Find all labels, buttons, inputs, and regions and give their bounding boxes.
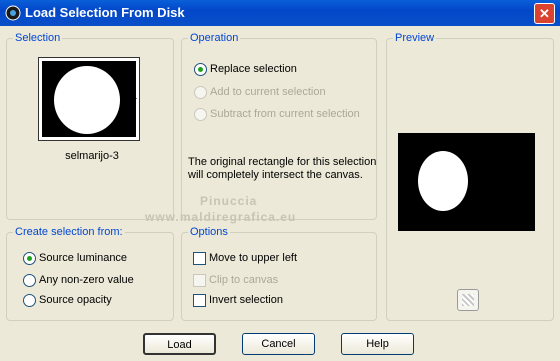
close-icon: ✕ [539,6,550,21]
add-selection-radio[interactable] [194,86,207,99]
move-upper-left-label[interactable]: Move to upper left [209,252,297,264]
chevron-down-icon[interactable] [131,98,137,101]
preview-image [398,133,535,231]
any-nonzero-label[interactable]: Any non-zero value [39,274,134,286]
replace-selection-label[interactable]: Replace selection [210,63,297,75]
selection-thumbnail [42,61,136,137]
selection-thumbnail-dropdown[interactable] [38,57,140,141]
operation-legend: Operation [188,32,241,44]
source-luminance-radio[interactable] [23,252,36,265]
selection-name: selmarijo-3 [65,150,119,162]
watermark-url: www.maldiregrafica.eu [145,210,297,224]
transparency-toggle-button[interactable] [457,289,479,311]
clip-to-canvas-checkbox[interactable] [193,274,206,287]
source-opacity-label[interactable]: Source opacity [39,294,112,306]
create-from-legend: Create selection from: [13,226,125,238]
selection-legend: Selection [13,32,63,44]
window-title: Load Selection From Disk [25,5,185,20]
close-button[interactable]: ✕ [534,3,555,24]
selection-shape [54,66,120,134]
preview-shape [418,151,468,211]
invert-selection-label[interactable]: Invert selection [209,294,283,306]
clip-to-canvas-label[interactable]: Clip to canvas [209,274,278,286]
source-luminance-label[interactable]: Source luminance [39,252,127,264]
replace-selection-radio[interactable] [194,63,207,76]
checker-icon [462,294,474,306]
preview-legend: Preview [393,32,437,44]
operation-note: The original rectangle for this selectio… [188,156,377,181]
cancel-button[interactable]: Cancel [242,333,315,355]
source-opacity-radio[interactable] [23,294,36,307]
load-button[interactable]: Load [143,333,216,355]
options-legend: Options [188,226,230,238]
psp-icon [5,5,21,21]
subtract-selection-radio[interactable] [194,108,207,121]
invert-selection-checkbox[interactable] [193,294,206,307]
subtract-selection-label[interactable]: Subtract from current selection [210,108,360,120]
any-nonzero-radio[interactable] [23,274,36,287]
move-upper-left-checkbox[interactable] [193,252,206,265]
dialog-window: Load Selection From Disk ✕ Selection sel… [0,0,560,361]
add-selection-label[interactable]: Add to current selection [210,86,326,98]
watermark-name: Pinuccia [200,194,258,208]
title-bar: Load Selection From Disk ✕ [0,0,560,26]
help-button[interactable]: Help [341,333,414,355]
